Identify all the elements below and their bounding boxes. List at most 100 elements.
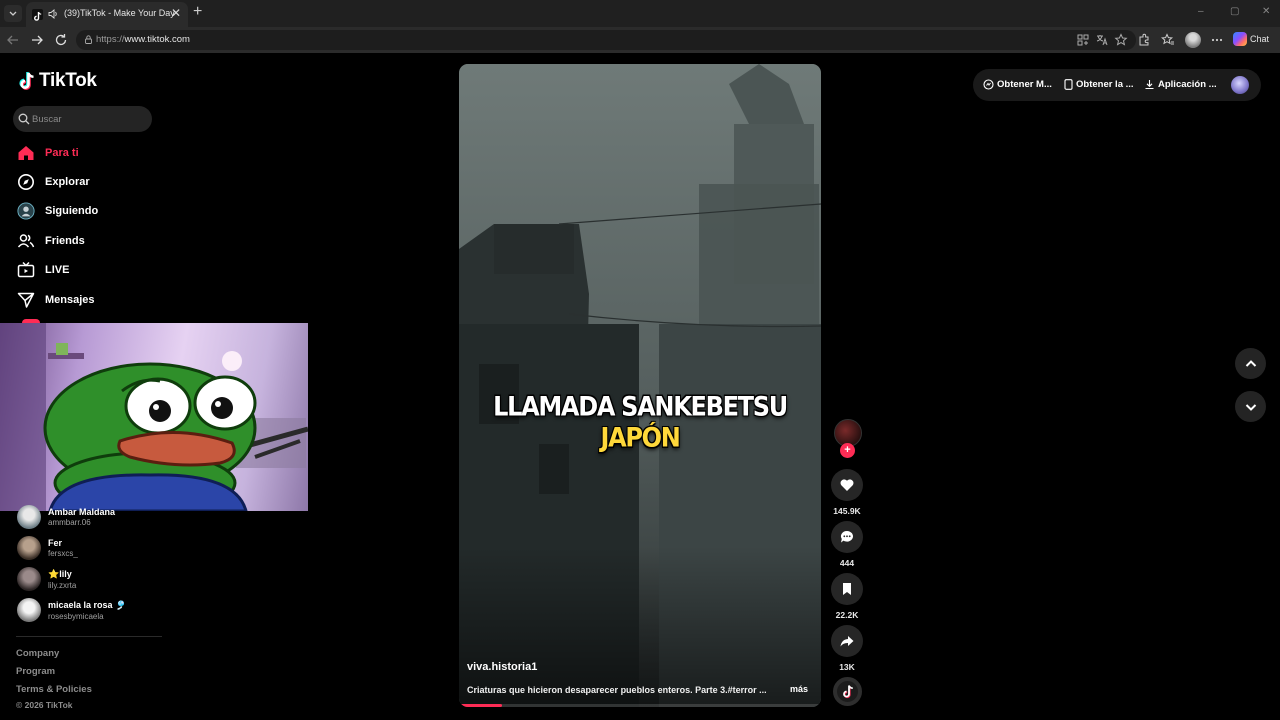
chat-label: Chat (1250, 34, 1270, 44)
nav-item-live[interactable]: LIVE (17, 260, 69, 280)
coin-icon (983, 79, 994, 90)
copyright: © 2026 TikTok (16, 700, 73, 710)
nav-item-label: Explorar (45, 176, 90, 188)
video-player[interactable]: LLAMADA SANKEBETSU JAPÓN viva.historia1 … (459, 64, 821, 707)
tiktok-logo[interactable]: TikTok (18, 70, 97, 92)
profile-avatar[interactable] (1185, 32, 1201, 48)
browser-toolbar: https://www.tiktok.com Chat (0, 27, 1280, 53)
share-arrow-icon (840, 636, 854, 647)
following-item[interactable]: micaela la rosa 🎐 rosesbymicaela (17, 598, 126, 622)
search-box[interactable] (13, 106, 152, 132)
copilot-icon (1233, 32, 1247, 46)
pepe-frog-webcam-icon (0, 323, 308, 511)
refresh-icon[interactable] (53, 32, 69, 48)
comment-button[interactable] (831, 521, 863, 553)
more-button[interactable]: más (790, 684, 808, 694)
previous-video-button[interactable] (1235, 348, 1266, 379)
url-text: https://www.tiktok.com (96, 34, 190, 45)
speaker-icon[interactable] (47, 8, 59, 20)
video-username[interactable]: viva.historia1 (467, 661, 537, 673)
maximize-icon[interactable]: ▢ (1230, 6, 1239, 17)
nav-item-label: Para ti (45, 147, 79, 159)
logo-text: TikTok (39, 70, 97, 91)
next-video-button[interactable] (1235, 391, 1266, 422)
nav-item-label: Friends (45, 235, 85, 247)
phone-icon (1064, 79, 1073, 90)
following-handle: lily.zxrta (48, 580, 77, 590)
share-count: 13K (839, 662, 855, 672)
user-avatar[interactable] (1231, 76, 1249, 94)
like-count: 145.9K (833, 506, 861, 516)
following-handle: rosesbymicaela (48, 611, 104, 621)
webcam-overlay (0, 323, 308, 511)
friends-icon (17, 232, 35, 250)
following-item[interactable]: ⭐lily lily.zxrta (17, 567, 76, 591)
home-icon (17, 144, 35, 162)
favorites-icon[interactable] (1161, 33, 1175, 47)
download-app-button[interactable]: Aplicación ... (1144, 79, 1217, 90)
following-name: Fer (48, 538, 63, 548)
top-action-label: Obtener la ... (1076, 79, 1134, 90)
following-avatar-icon (17, 202, 35, 220)
like-button[interactable] (831, 469, 863, 501)
forward-icon[interactable] (29, 32, 45, 48)
get-app-button[interactable]: Obtener la ... (1064, 79, 1134, 90)
favorite-star-icon[interactable] (1114, 33, 1128, 47)
address-bar[interactable]: https://www.tiktok.com (76, 30, 1136, 50)
search-input[interactable] (32, 106, 147, 132)
nav-item-para-ti[interactable]: Para ti (17, 143, 79, 163)
nav-item-mensajes[interactable]: Mensajes (17, 290, 95, 310)
following-name: ⭐lily (48, 568, 72, 579)
tab-title: (39)TikTok - Make Your Day (64, 8, 175, 18)
following-item[interactable]: Ambar Maldana ammbarr.06 (17, 505, 115, 529)
nav-item-siguiendo[interactable]: Siguiendo (17, 201, 98, 221)
get-coins-button[interactable]: Obtener M... (983, 79, 1052, 90)
caption-highlight-text: JAPÓN (600, 422, 680, 454)
tab-list-button[interactable] (4, 5, 22, 22)
url-prefix: https:// (96, 34, 125, 45)
nav-item-label: Siguiendo (45, 205, 99, 217)
extensions-icon[interactable] (1137, 33, 1151, 47)
new-tab-button[interactable]: + (193, 4, 202, 20)
following-handle: ammbarr.06 (48, 518, 91, 527)
save-count: 22.2K (835, 610, 859, 620)
close-window-icon[interactable]: ✕ (1262, 6, 1270, 17)
tab-close-icon[interactable]: ✕ (171, 6, 181, 20)
divider (16, 636, 162, 637)
following-name: Ambar Maldana (48, 507, 116, 517)
following-item[interactable]: Fer fersxcs_ (17, 536, 78, 560)
browser-tab[interactable]: (39)TikTok - Make Your Day ✕ (26, 2, 188, 27)
share-button[interactable] (831, 625, 863, 657)
minimize-icon[interactable]: – (1198, 6, 1204, 17)
video-progress-bar[interactable] (459, 704, 821, 707)
avatar (17, 505, 41, 529)
back-icon[interactable] (5, 32, 21, 48)
top-actions-bar: Obtener M... Obtener la ... Aplicación .… (973, 69, 1261, 101)
tiktok-note-icon (19, 72, 34, 90)
copilot-chat-button[interactable]: Chat (1233, 32, 1269, 46)
top-action-label: Aplicación ... (1158, 79, 1217, 90)
app-available-icon[interactable] (1076, 33, 1090, 47)
tiktok-sound-icon (842, 685, 853, 699)
browser-tab-bar: (39)TikTok - Make Your Day ✕ + – ▢ ✕ (0, 0, 1280, 27)
chevron-down-icon (1245, 403, 1256, 411)
url-host: www.tiktok.com (124, 34, 190, 45)
nav-item-friends[interactable]: Friends (17, 231, 85, 251)
footer-link-program[interactable]: Program (16, 666, 55, 677)
video-caption-overlay: LLAMADA SANKEBETSU JAPÓN (459, 391, 821, 454)
chevron-down-icon (9, 11, 17, 16)
caption-white-text: LLAMADA SANKEBETSU (493, 390, 788, 422)
follow-button[interactable]: + (840, 443, 855, 458)
avatar (17, 598, 41, 622)
tiktok-page: TikTok Para ti Explorar Siguiendo Friend… (0, 53, 1280, 720)
footer-link-company[interactable]: Company (16, 648, 59, 659)
site-info-icon[interactable] (83, 34, 94, 45)
save-button[interactable] (831, 573, 863, 605)
translate-icon[interactable] (1095, 33, 1109, 47)
footer-link-terms[interactable]: Terms & Policies (16, 684, 92, 695)
nav-item-explorar[interactable]: Explorar (17, 172, 90, 192)
bookmark-icon (843, 583, 851, 595)
more-options-icon[interactable] (1210, 33, 1224, 47)
video-frame (459, 64, 821, 707)
sound-disc[interactable] (833, 677, 862, 706)
